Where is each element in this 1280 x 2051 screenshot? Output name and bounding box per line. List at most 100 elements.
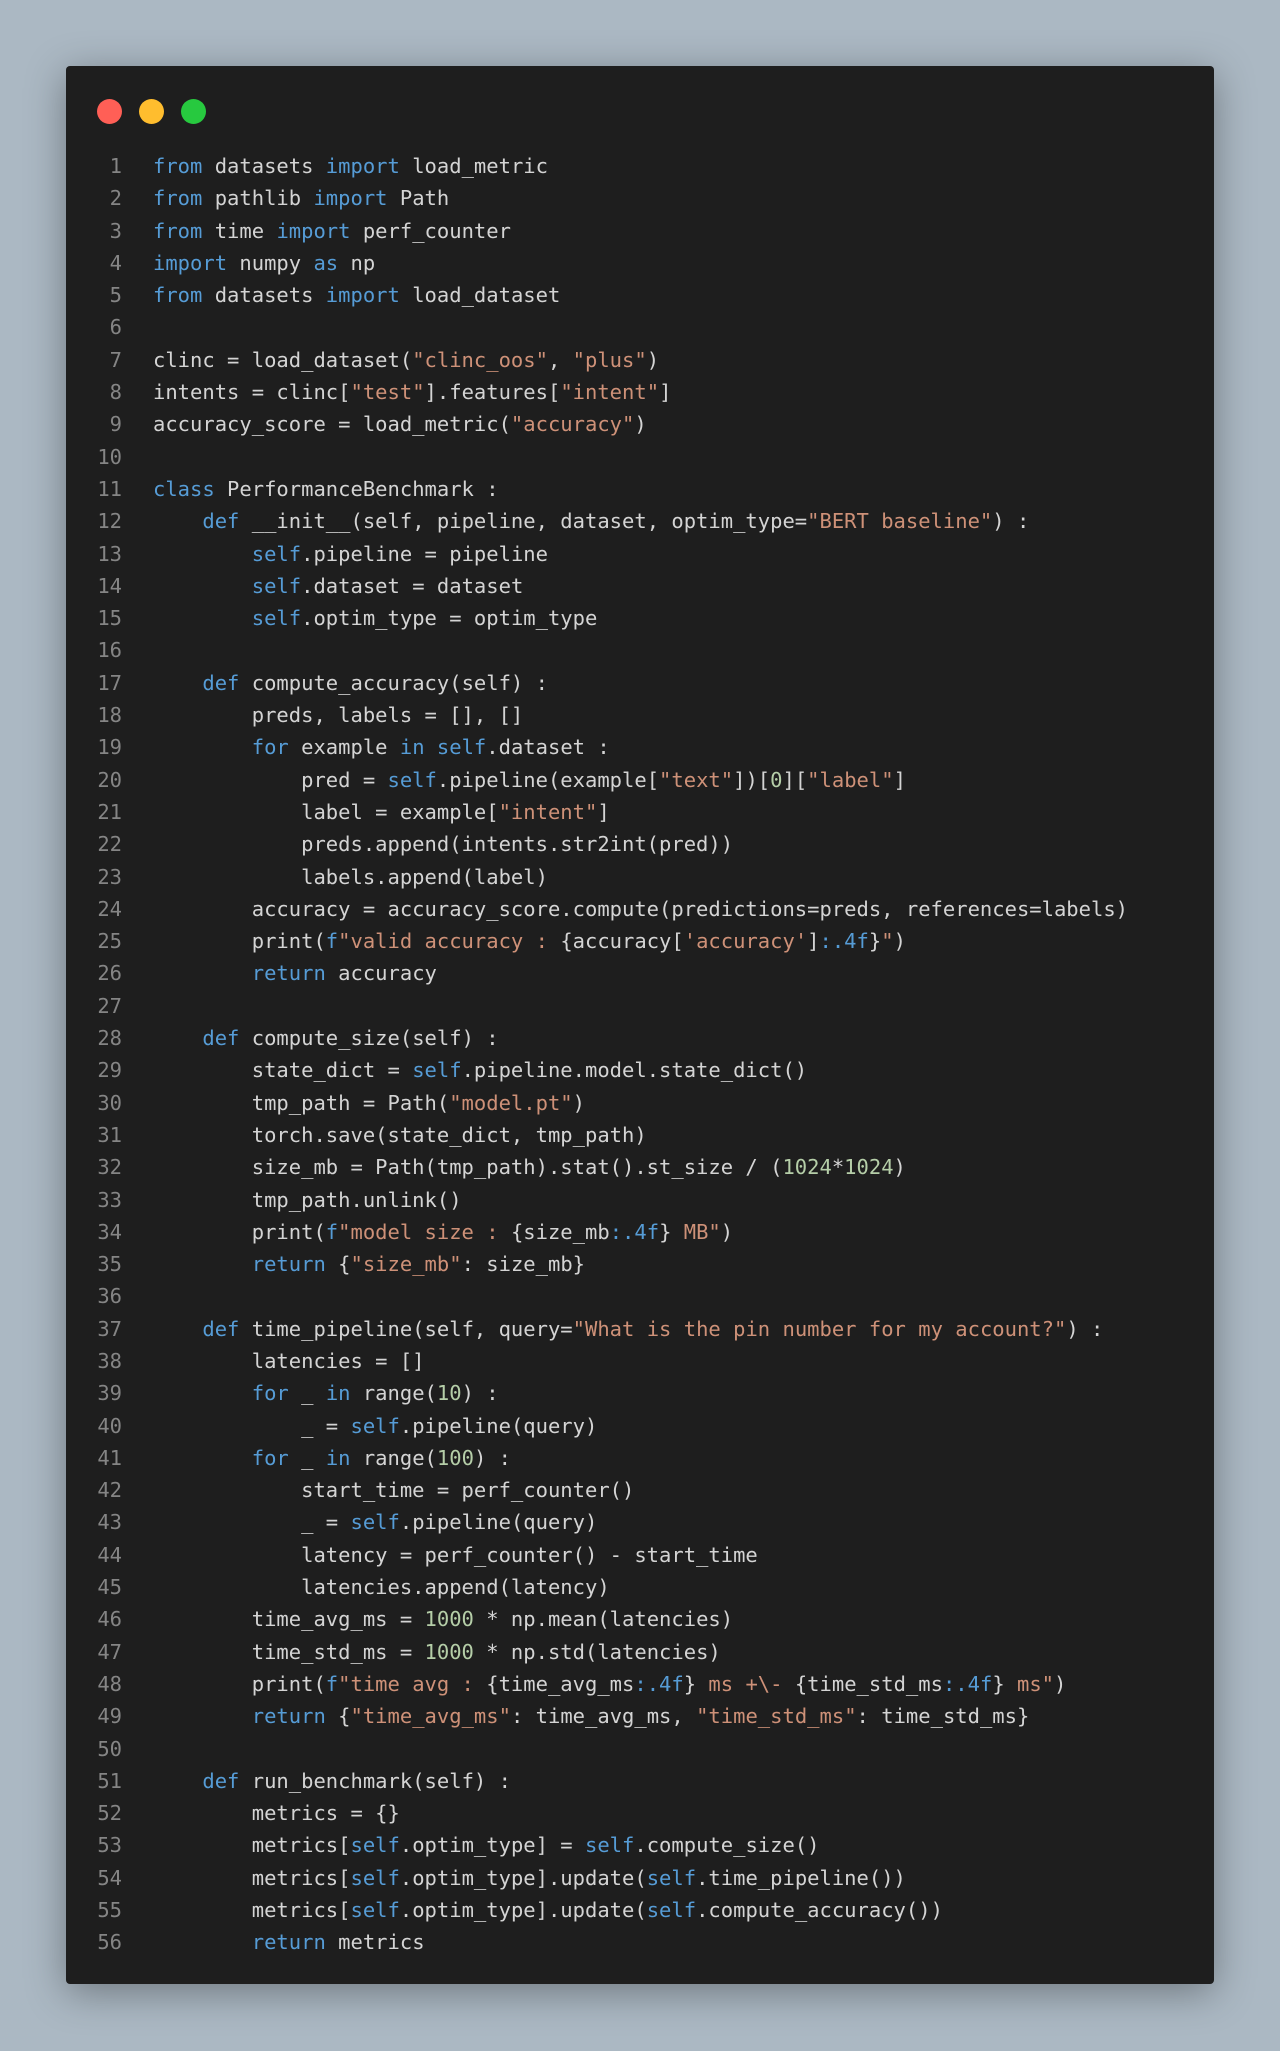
code-token: self — [350, 1510, 400, 1535]
minimize-dot-icon[interactable] — [139, 99, 164, 124]
code-token: print( — [153, 1671, 326, 1696]
code-line: 38 latencies = [] — [66, 1345, 1214, 1377]
line-source: preds.append(intents.str2int(pred)) — [153, 828, 733, 860]
code-line: 14 self.dataset = dataset — [66, 570, 1214, 602]
line-number: 54 — [97, 1865, 122, 1890]
code-line: 4 import numpy as np — [66, 247, 1214, 279]
line-number: 35 — [97, 1252, 122, 1277]
code-token: from — [153, 154, 203, 178]
code-token: .dataset : — [486, 735, 610, 760]
code-block: 1 from datasets import load_metric 2 from p… — [66, 150, 1214, 1959]
code-token: _ = — [153, 1413, 351, 1438]
close-dot-icon[interactable] — [97, 99, 122, 124]
code-token: compute_accuracy(self) : — [239, 670, 548, 695]
code-token: print( — [153, 1219, 326, 1244]
line-source: label = example["intent"] — [153, 796, 610, 828]
code-token: ][ — [782, 767, 808, 792]
line-number: 9 — [109, 412, 122, 437]
code-line: 2 from pathlib import Path — [66, 182, 1214, 214]
code-token: "model.pt" — [449, 1090, 573, 1115]
line-number: 50 — [97, 1736, 122, 1761]
line-source: class PerformanceBenchmark : — [153, 473, 499, 505]
line-number: 43 — [97, 1510, 122, 1535]
code-token: preds.append(intents.str2int(pred)) — [153, 832, 734, 857]
line-source: self.dataset = dataset — [153, 570, 524, 602]
line-source: print(f"valid accuracy : {accuracy['accu… — [153, 925, 906, 957]
code-token: "intent" — [498, 799, 598, 824]
line-source: labels.append(label) — [153, 861, 548, 893]
code-token: import — [325, 283, 400, 308]
code-token: ) : — [473, 1445, 511, 1470]
line-number: 8 — [109, 380, 122, 405]
code-line: 8 intents = clinc["test"].features["inten… — [66, 376, 1214, 408]
code-token: ) — [572, 1090, 585, 1115]
line-source: _ = self.pipeline(query) — [153, 1506, 597, 1538]
maximize-dot-icon[interactable] — [181, 99, 206, 124]
line-number: 37 — [97, 1316, 122, 1341]
line-source: time_std_ms = 1000 * np.std(latencies) — [153, 1636, 721, 1668]
code-token: ms +\- — [696, 1671, 795, 1696]
line-number: 52 — [97, 1801, 122, 1826]
code-line: 40 _ = self.pipeline(query) — [66, 1410, 1214, 1442]
code-token: self — [412, 1058, 462, 1083]
code-token: } — [992, 1671, 1005, 1696]
code-token: 1024 — [844, 1155, 894, 1180]
code-token: np — [338, 250, 376, 275]
code-token: def — [202, 1768, 240, 1793]
code-token: "time avg : — [338, 1671, 487, 1696]
code-token: self — [251, 541, 302, 566]
line-source: pred = self.pipeline(example["text"])[0]… — [153, 764, 906, 796]
code-line: 3 from time import perf_counter — [66, 215, 1214, 247]
line-source: latencies = [] — [153, 1345, 425, 1377]
code-token: in — [325, 1445, 351, 1470]
code-token: "intent" — [560, 380, 660, 405]
line-number: 1 — [109, 154, 122, 178]
code-token: pred = — [153, 767, 388, 792]
code-token: : size_mb} — [461, 1252, 586, 1277]
code-line: 7 clinc = load_dataset("clinc_oos", "plus… — [66, 344, 1214, 376]
line-number: 27 — [97, 993, 122, 1018]
line-number: 55 — [97, 1898, 122, 1923]
code-token: self — [251, 573, 302, 598]
line-source: return {"size_mb": size_mb} — [153, 1248, 585, 1280]
code-token: 'accuracy' — [683, 929, 808, 954]
line-number: 29 — [97, 1058, 122, 1083]
code-line: 41 for _ in range(100) : — [66, 1442, 1214, 1474]
code-token: ) — [893, 929, 906, 954]
line-source: accuracy_score = load_metric("accuracy") — [153, 408, 647, 440]
line-number: 2 — [109, 186, 122, 211]
code-token: "model size : — [338, 1219, 511, 1244]
code-token: :.4f — [819, 929, 869, 954]
line-number: 51 — [97, 1768, 122, 1793]
line-source: return metrics — [153, 1926, 425, 1958]
code-token: start_time = perf_counter() — [153, 1478, 635, 1503]
code-line: 24 accuracy = accuracy_score.compute(pre… — [66, 893, 1214, 925]
code-token: torch.save(state_dict, tmp_path) — [153, 1122, 647, 1147]
code-line: 54 metrics[self.optim_type].update(self.… — [66, 1862, 1214, 1894]
code-window: 1 from datasets import load_metric 2 from p… — [66, 66, 1214, 1984]
line-number: 56 — [97, 1930, 122, 1955]
line-number: 41 — [97, 1445, 122, 1470]
line-number: 24 — [97, 896, 122, 921]
line-number: 10 — [97, 444, 122, 469]
code-token: f — [325, 929, 339, 954]
code-token: .optim_type = optim_type — [301, 606, 598, 631]
code-token: .compute_accuracy()) — [696, 1898, 943, 1923]
code-token: .dataset = dataset — [301, 573, 524, 598]
code-token: time_std_ms = — [153, 1639, 425, 1664]
code-token: : time_std_ms} — [856, 1704, 1030, 1729]
code-token: 1000 — [424, 1639, 474, 1664]
code-token: _ — [288, 1381, 326, 1406]
code-token: time_avg_ms = — [153, 1607, 425, 1632]
line-source: metrics[self.optim_type].update(self.tim… — [153, 1862, 906, 1894]
code-line: 12 def __init__(self, pipeline, dataset,… — [66, 505, 1214, 537]
code-token: "plus" — [572, 347, 647, 372]
line-number: 19 — [97, 735, 122, 760]
code-token: "size_mb" — [350, 1252, 462, 1277]
line-source: clinc = load_dataset("clinc_oos", "plus"… — [153, 344, 659, 376]
code-token: size_mb = Path(tmp_path).stat().st_size … — [153, 1155, 783, 1180]
code-line: 55 metrics[self.optim_type].update(self.… — [66, 1894, 1214, 1926]
line-source: def compute_size(self) : — [153, 1022, 498, 1054]
code-token: "What is the pin number for my account?" — [572, 1316, 1067, 1341]
